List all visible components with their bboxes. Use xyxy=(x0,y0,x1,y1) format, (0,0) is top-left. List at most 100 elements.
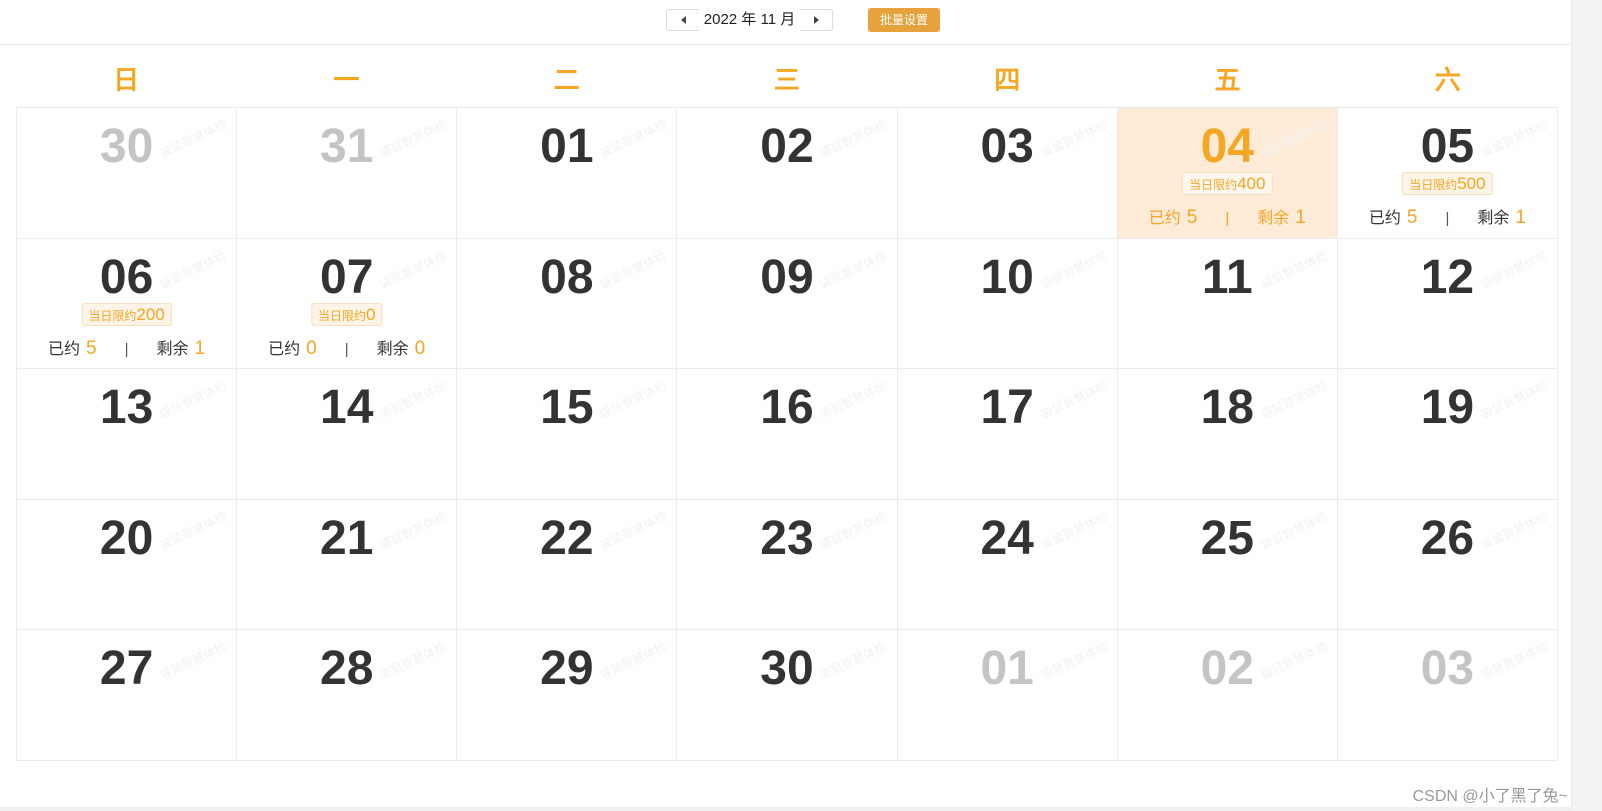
day-cell[interactable]: 袋鼠智慧体检 08 xyxy=(457,238,678,370)
remaining-count: 1 xyxy=(1295,207,1306,228)
day-cell[interactable]: 袋鼠智慧体检 07 当日限约0 已约 0 | 剩余 0 xyxy=(237,238,458,370)
day-number: 07 xyxy=(320,250,374,304)
day-cell[interactable]: 袋鼠智慧体检 12 xyxy=(1337,238,1558,370)
day-cell[interactable]: 袋鼠智慧体检 30 xyxy=(677,630,898,761)
day-cell[interactable]: 袋鼠智慧体检 03 xyxy=(1337,630,1558,761)
booked-count: 0 xyxy=(306,337,317,359)
day-cell[interactable]: 袋鼠智慧体检 09 xyxy=(677,238,898,370)
day-number: 04 xyxy=(1200,120,1254,173)
day-cell[interactable]: 袋鼠智慧体检 28 xyxy=(237,630,458,761)
day-cell[interactable]: 袋鼠智慧体检 24 xyxy=(897,499,1118,631)
day-number: 14 xyxy=(320,381,374,435)
booking-stats: 已约 5 | 剩余 1 xyxy=(1338,204,1557,229)
prev-month-button[interactable] xyxy=(666,9,699,31)
day-cell[interactable]: 袋鼠智慧体检 11 xyxy=(1117,238,1338,370)
day-cell[interactable]: 袋鼠智慧体检 02 xyxy=(1117,630,1338,761)
stats-separator: | xyxy=(344,340,349,358)
day-cell[interactable]: 袋鼠智慧体检 17 xyxy=(897,369,1118,500)
day-number: 23 xyxy=(760,511,814,565)
remaining-count: 1 xyxy=(194,337,206,359)
day-cell[interactable]: 袋鼠智慧体检 03 xyxy=(897,108,1118,239)
page-scrollbar[interactable] xyxy=(1571,0,1602,811)
remaining-label: 剩余 xyxy=(376,340,409,358)
day-number: 28 xyxy=(320,642,374,696)
booking-stats: 已约 5 | 剩余 1 xyxy=(17,335,236,360)
day-cell[interactable]: 袋鼠智慧体检 15 xyxy=(457,369,678,500)
stats-separator: | xyxy=(1445,210,1450,227)
day-cell[interactable]: 袋鼠智慧体检 18 xyxy=(1117,369,1338,500)
daily-limit-badge: 当日限约400 xyxy=(1182,172,1273,195)
day-cell[interactable]: 袋鼠智慧体检 21 xyxy=(237,499,458,631)
day-cell[interactable]: 袋鼠智慧体检 29 xyxy=(457,630,678,761)
day-cell[interactable]: 袋鼠智慧体检 05 当日限约500 已约 5 | 剩余 1 xyxy=(1337,108,1558,239)
day-cell[interactable]: 袋鼠智慧体检 02 xyxy=(677,108,898,239)
weekday-header: 六 xyxy=(1434,65,1461,95)
day-number: 26 xyxy=(1420,511,1475,565)
day-number: 17 xyxy=(980,381,1034,435)
day-cell[interactable]: 袋鼠智慧体检 16 xyxy=(677,369,898,500)
remaining-label: 剩余 xyxy=(1257,210,1290,227)
weekday-header: 五 xyxy=(1214,65,1241,95)
daily-limit-label: 当日限约 xyxy=(1189,178,1238,192)
day-number: 18 xyxy=(1200,381,1254,435)
weekday-header: 一 xyxy=(333,65,360,95)
day-number: 06 xyxy=(99,250,154,304)
day-cell[interactable]: 袋鼠智慧体检 01 xyxy=(457,108,678,239)
day-cell-today[interactable]: 袋鼠智慧体检 04 当日限约400 已约 5 | 剩余 1 xyxy=(1117,108,1338,239)
day-number: 02 xyxy=(1200,642,1254,696)
booked-label: 已约 xyxy=(268,340,301,358)
day-number: 30 xyxy=(760,642,814,696)
day-cell[interactable]: 袋鼠智慧体检 27 xyxy=(17,630,238,761)
weekday-header: 四 xyxy=(994,65,1021,95)
bottom-divider xyxy=(0,807,1572,811)
daily-limit-label: 当日限约 xyxy=(1409,178,1458,192)
caret-right-icon xyxy=(814,16,819,24)
day-number: 02 xyxy=(760,120,814,173)
day-cell[interactable]: 袋鼠智慧体检 22 xyxy=(457,499,678,631)
day-number: 11 xyxy=(1201,250,1253,304)
day-number: 15 xyxy=(540,381,594,435)
stats-separator: | xyxy=(124,340,129,358)
remaining-label: 剩余 xyxy=(156,340,189,358)
day-number: 22 xyxy=(540,511,594,565)
daily-limit-value: 500 xyxy=(1457,174,1486,193)
booked-count: 5 xyxy=(86,337,97,359)
weekday-header-row: 日一二三四五六 xyxy=(16,56,1558,106)
remaining-label: 剩余 xyxy=(1477,210,1510,227)
daily-limit-badge: 当日限约0 xyxy=(310,302,383,326)
day-number: 08 xyxy=(540,250,594,304)
day-number: 10 xyxy=(980,250,1034,304)
remaining-count: 0 xyxy=(414,337,426,359)
booked-count: 5 xyxy=(1406,207,1418,228)
booked-label: 已约 xyxy=(48,340,81,358)
day-cell[interactable]: 袋鼠智慧体检 13 xyxy=(17,369,238,500)
booked-count: 5 xyxy=(1186,207,1198,228)
day-cell[interactable]: 袋鼠智慧体检 23 xyxy=(677,499,898,631)
day-number: 01 xyxy=(980,642,1034,696)
day-number: 31 xyxy=(320,120,374,173)
day-cell[interactable]: 袋鼠智慧体检 06 当日限约200 已约 5 | 剩余 1 xyxy=(17,238,238,370)
day-cell[interactable]: 袋鼠智慧体检 10 xyxy=(897,238,1118,370)
day-number: 24 xyxy=(980,511,1034,565)
day-cell[interactable]: 袋鼠智慧体检 25 xyxy=(1117,499,1338,631)
next-month-button[interactable] xyxy=(800,9,833,31)
booked-label: 已约 xyxy=(1368,210,1401,227)
caret-left-icon xyxy=(681,16,686,24)
day-cell[interactable]: 袋鼠智慧体检 01 xyxy=(897,630,1118,761)
day-cell[interactable]: 袋鼠智慧体检 30 xyxy=(17,108,238,239)
batch-settings-button[interactable]: 批量设置 xyxy=(868,8,940,32)
daily-limit-badge: 当日限约500 xyxy=(1402,172,1493,195)
day-cell[interactable]: 袋鼠智慧体检 20 xyxy=(17,499,238,631)
daily-limit-label: 当日限约 xyxy=(317,308,366,323)
day-number: 27 xyxy=(99,642,154,696)
day-cell[interactable]: 袋鼠智慧体检 31 xyxy=(237,108,458,239)
booked-label: 已约 xyxy=(1148,210,1181,227)
day-cell[interactable]: 袋鼠智慧体检 14 xyxy=(237,369,458,500)
day-number: 13 xyxy=(99,381,154,435)
day-cell[interactable]: 袋鼠智慧体检 19 xyxy=(1337,369,1558,500)
weekday-header: 日 xyxy=(113,65,140,95)
day-cell[interactable]: 袋鼠智慧体检 26 xyxy=(1337,499,1558,631)
footer-credit: CSDN @小了黑了兔~ xyxy=(1412,788,1568,805)
daily-limit-badge: 当日限约200 xyxy=(81,302,172,326)
day-number: 25 xyxy=(1200,511,1254,565)
